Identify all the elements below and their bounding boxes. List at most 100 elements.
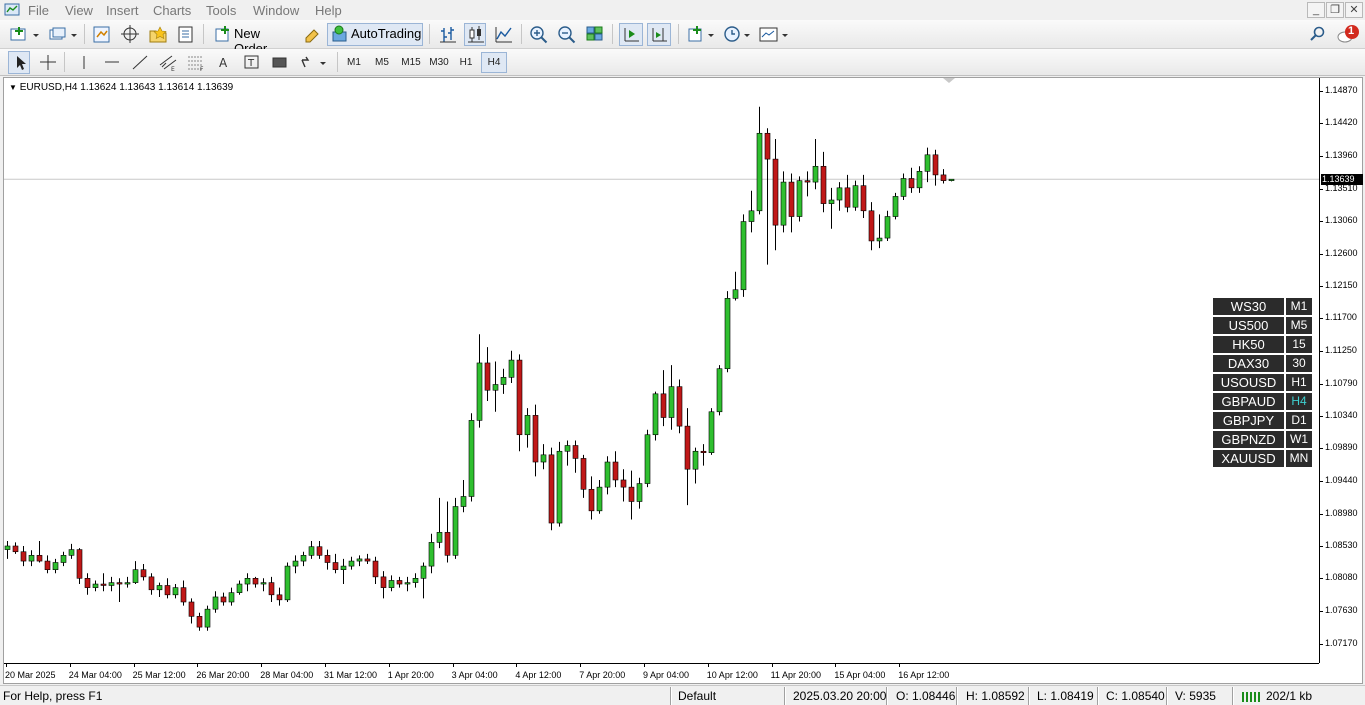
new-order-button[interactable]: New Order (210, 23, 296, 56)
timeframe-h1[interactable]: H1 (453, 52, 479, 73)
bear-candle (396, 576, 403, 588)
timeframe-button-w1[interactable]: W1 (1286, 431, 1312, 448)
bull-candle (836, 182, 843, 211)
timeframe-button-mn[interactable]: MN (1286, 450, 1312, 467)
symbol-button-gbpnzd[interactable]: GBPNZD (1213, 431, 1284, 448)
restore-button[interactable]: ❐ (1326, 2, 1344, 18)
menu-insert[interactable]: Insert (106, 3, 139, 18)
price-label: 1.09440 (1325, 474, 1358, 485)
navigator-button[interactable] (146, 23, 168, 46)
vertical-line-button[interactable] (72, 51, 94, 74)
bear-candle (860, 174, 867, 218)
timeframe-button-d1[interactable]: D1 (1286, 412, 1312, 429)
bear-candle (772, 139, 779, 251)
arrows-icon (301, 56, 326, 68)
menu-charts[interactable]: Charts (153, 3, 191, 18)
menu-tools[interactable]: Tools (206, 3, 236, 18)
bear-candle (44, 555, 51, 574)
metaeditor-button[interactable] (299, 23, 323, 46)
bear-candle (580, 454, 587, 498)
timeframe-m15[interactable]: M15 (397, 52, 425, 73)
timeframe-button-30[interactable]: 30 (1286, 355, 1312, 372)
time-label: 25 Mar 12:00 (132, 670, 186, 680)
bear-candle (36, 540, 43, 563)
text-label-button[interactable]: T (240, 51, 262, 74)
symbol-button-xauusd[interactable]: XAUUSD (1213, 450, 1284, 467)
status-low: L: 1.08419 (1037, 689, 1094, 703)
timeframe-button-15[interactable]: 15 (1286, 336, 1312, 353)
fibonacci-button[interactable]: F (184, 51, 206, 74)
chart-shift-button[interactable] (647, 23, 671, 46)
autotrading-button[interactable]: AutoTrading (327, 23, 423, 46)
price-tick (1320, 90, 1323, 92)
close-button[interactable]: ✕ (1345, 2, 1363, 18)
bull-candle (388, 575, 395, 592)
symbol-button-gbpjpy[interactable]: GBPJPY (1213, 412, 1284, 429)
data-window-button[interactable] (118, 23, 140, 46)
timeframe-h4[interactable]: H4 (481, 52, 507, 73)
minimize-button[interactable]: _ (1307, 2, 1325, 18)
timeframe-button-h1[interactable]: H1 (1286, 374, 1312, 391)
timeframe-button-m5[interactable]: M5 (1286, 317, 1312, 334)
chart-shift-marker-icon[interactable] (943, 78, 955, 83)
time-tick (69, 664, 71, 667)
market-watch-button[interactable] (90, 23, 112, 46)
crosshair-tool-button[interactable] (36, 51, 58, 74)
bear-candle (676, 379, 683, 434)
svg-text:F: F (200, 66, 204, 73)
templates-button[interactable] (756, 23, 790, 46)
new-chart-button[interactable] (6, 23, 40, 46)
price-scale[interactable]: 1.13639 1.14870 1.14420 1.13960 1.13510 1.13… (1319, 78, 1364, 663)
time-tick (516, 664, 518, 667)
time-label: 31 Mar 12:00 (324, 670, 378, 680)
indicators-button[interactable] (684, 23, 716, 46)
zoom-in-button[interactable] (527, 23, 549, 46)
menu-help[interactable]: Help (315, 3, 342, 18)
symbol-button-ws30[interactable]: WS30 (1213, 298, 1284, 315)
bear-candle (700, 444, 707, 466)
menu-view[interactable]: View (65, 3, 93, 18)
status-bar: For Help, press F1 Default 2025.03.20 20… (0, 685, 1365, 705)
symbol-button-hk50[interactable]: HK50 (1213, 336, 1284, 353)
timeframe-m1[interactable]: M1 (341, 52, 367, 73)
profiles-button[interactable] (44, 23, 78, 46)
menu-file[interactable]: File (28, 3, 49, 18)
tile-windows-button[interactable] (583, 23, 605, 46)
candlestick-plot[interactable] (4, 78, 1319, 663)
cursor-tool-button[interactable] (8, 51, 30, 74)
symbol-button-us500[interactable]: US500 (1213, 317, 1284, 334)
timeframe-button-m1[interactable]: M1 (1286, 298, 1312, 315)
search-button[interactable] (1306, 23, 1328, 46)
menu-window[interactable]: Window (253, 3, 299, 18)
zoom-out-button[interactable] (555, 23, 577, 46)
arrows-button[interactable] (296, 51, 330, 74)
terminal-button[interactable] (174, 23, 196, 46)
rectangle-button[interactable] (268, 51, 290, 74)
price-label: 1.09890 (1325, 442, 1358, 453)
price-label: 1.11250 (1325, 344, 1357, 355)
autoscroll-icon (624, 28, 639, 42)
timeframe-m5[interactable]: M5 (369, 52, 395, 73)
trendline-button[interactable] (128, 51, 150, 74)
text-tool-button[interactable]: A (212, 51, 234, 74)
svg-text:T: T (247, 58, 255, 69)
equidistant-channel-button[interactable]: E (156, 51, 178, 74)
chart-window[interactable]: ▼ EURUSD,H4 1.13624 1.13643 1.13614 1.13… (3, 77, 1363, 684)
bull-candle (724, 291, 731, 373)
symbol-button-dax30[interactable]: DAX30 (1213, 355, 1284, 372)
line-chart-button[interactable] (492, 23, 514, 46)
periods-button[interactable] (720, 23, 752, 46)
autoscroll-button[interactable] (619, 23, 643, 46)
bull-candle (92, 580, 99, 592)
bar-chart-button[interactable] (436, 23, 458, 46)
timeframe-button-h4[interactable]: H4 (1286, 393, 1312, 410)
timeframe-m30[interactable]: M30 (425, 52, 453, 73)
symbol-button-gbpaud[interactable]: GBPAUD (1213, 393, 1284, 410)
bull-candle (356, 555, 363, 567)
time-label: 20 Mar 2025 (5, 670, 56, 680)
candlestick-chart-button[interactable] (464, 23, 486, 46)
symbol-button-usousd[interactable]: USOUSD (1213, 374, 1284, 391)
notifications-button[interactable]: 1 (1334, 23, 1362, 46)
horizontal-line-button[interactable] (100, 51, 122, 74)
time-scale[interactable]: 20 Mar 2025 24 Mar 04:00 25 Mar 12:00 26 Ma… (4, 663, 1319, 685)
